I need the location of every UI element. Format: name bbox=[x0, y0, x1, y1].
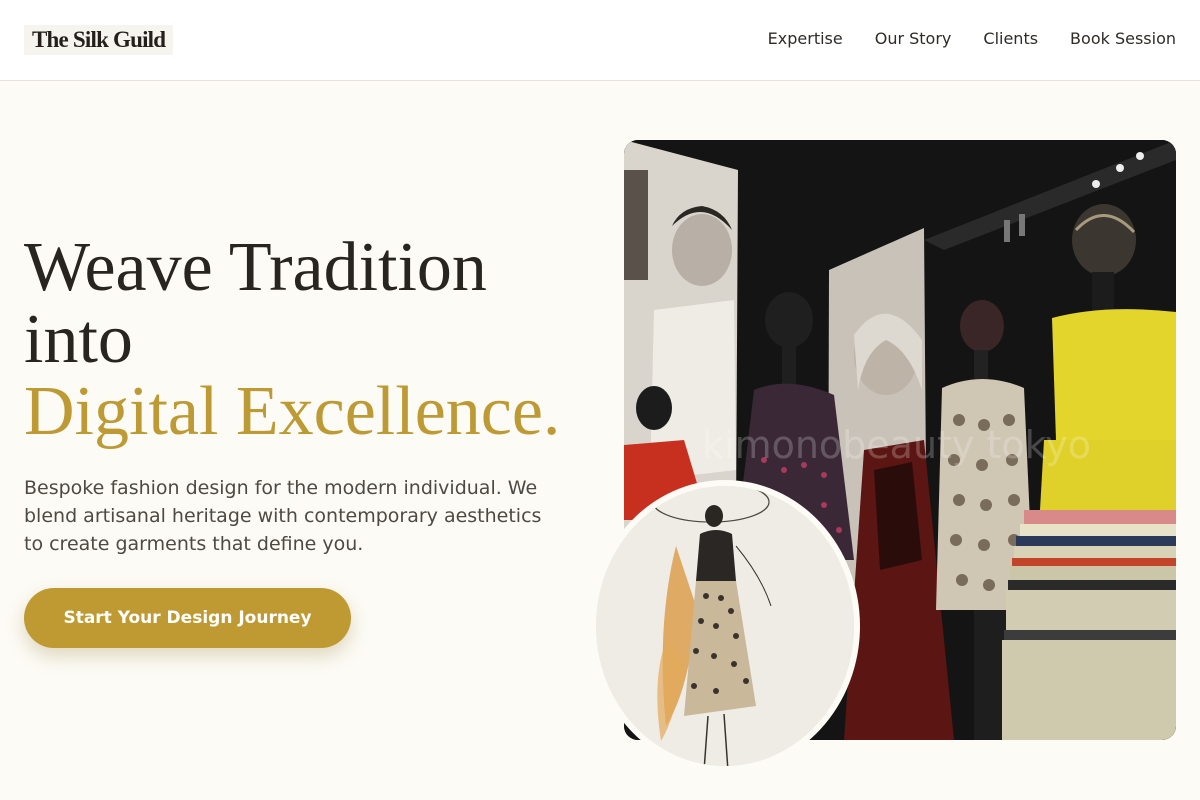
headline-accent: Digital Excellence. bbox=[24, 373, 561, 450]
hero-headline: Weave Tradition into Digital Excellence. bbox=[24, 232, 560, 448]
brand-logo[interactable]: The Silk Guild bbox=[24, 25, 174, 55]
nav-link-expertise[interactable]: Expertise bbox=[768, 28, 843, 50]
nav-link-book-session[interactable]: Book Session bbox=[1070, 28, 1176, 50]
photo-watermark: kimonobeauty tokyo bbox=[702, 423, 1091, 467]
sketch-drawing bbox=[596, 486, 854, 766]
hero-description: Bespoke fashion design for the modern in… bbox=[24, 477, 542, 555]
fashion-sketch-image bbox=[590, 480, 860, 772]
start-design-journey-button[interactable]: Start Your Design Journey bbox=[24, 588, 351, 648]
nav-link-clients[interactable]: Clients bbox=[983, 28, 1038, 50]
site-header: The Silk Guild Expertise Our Story Clien… bbox=[0, 0, 1200, 81]
main-nav: Expertise Our Story Clients Book Session bbox=[768, 28, 1176, 50]
headline-line-1: Weave Tradition bbox=[24, 229, 487, 306]
headline-line-2: into bbox=[24, 301, 133, 378]
nav-link-our-story[interactable]: Our Story bbox=[875, 28, 952, 50]
